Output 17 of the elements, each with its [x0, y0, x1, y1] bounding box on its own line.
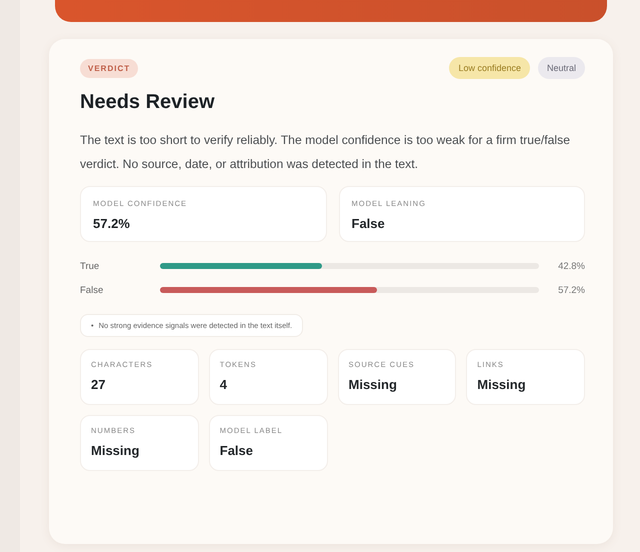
bar-reading: 42.8% — [557, 260, 585, 272]
confidence-badge: Low confidence — [449, 57, 530, 79]
verdict-title: Needs Review — [80, 91, 216, 114]
bar-label: False — [80, 284, 104, 296]
verdict-tag: VERDICT — [80, 58, 138, 78]
stat-value: Missing — [348, 377, 398, 392]
metric-value: 57.2% — [93, 216, 131, 231]
stat-value: Missing — [91, 443, 140, 458]
verdict-summary: The text is too short to verify reliably. The model confidence is too weak for a firm true/false verdict. No source, date, or attribution was detected in the text. — [80, 132, 571, 173]
stat-value: 4 — [220, 377, 228, 392]
metric-value: False — [352, 216, 386, 231]
stat-value: Missing — [477, 377, 527, 392]
stance-badge: Neutral — [538, 57, 585, 79]
stat-value: 27 — [91, 377, 106, 392]
bar-reading: 57.2% — [557, 284, 585, 296]
bar-label: True — [80, 260, 100, 272]
stat-value: False — [220, 443, 254, 458]
